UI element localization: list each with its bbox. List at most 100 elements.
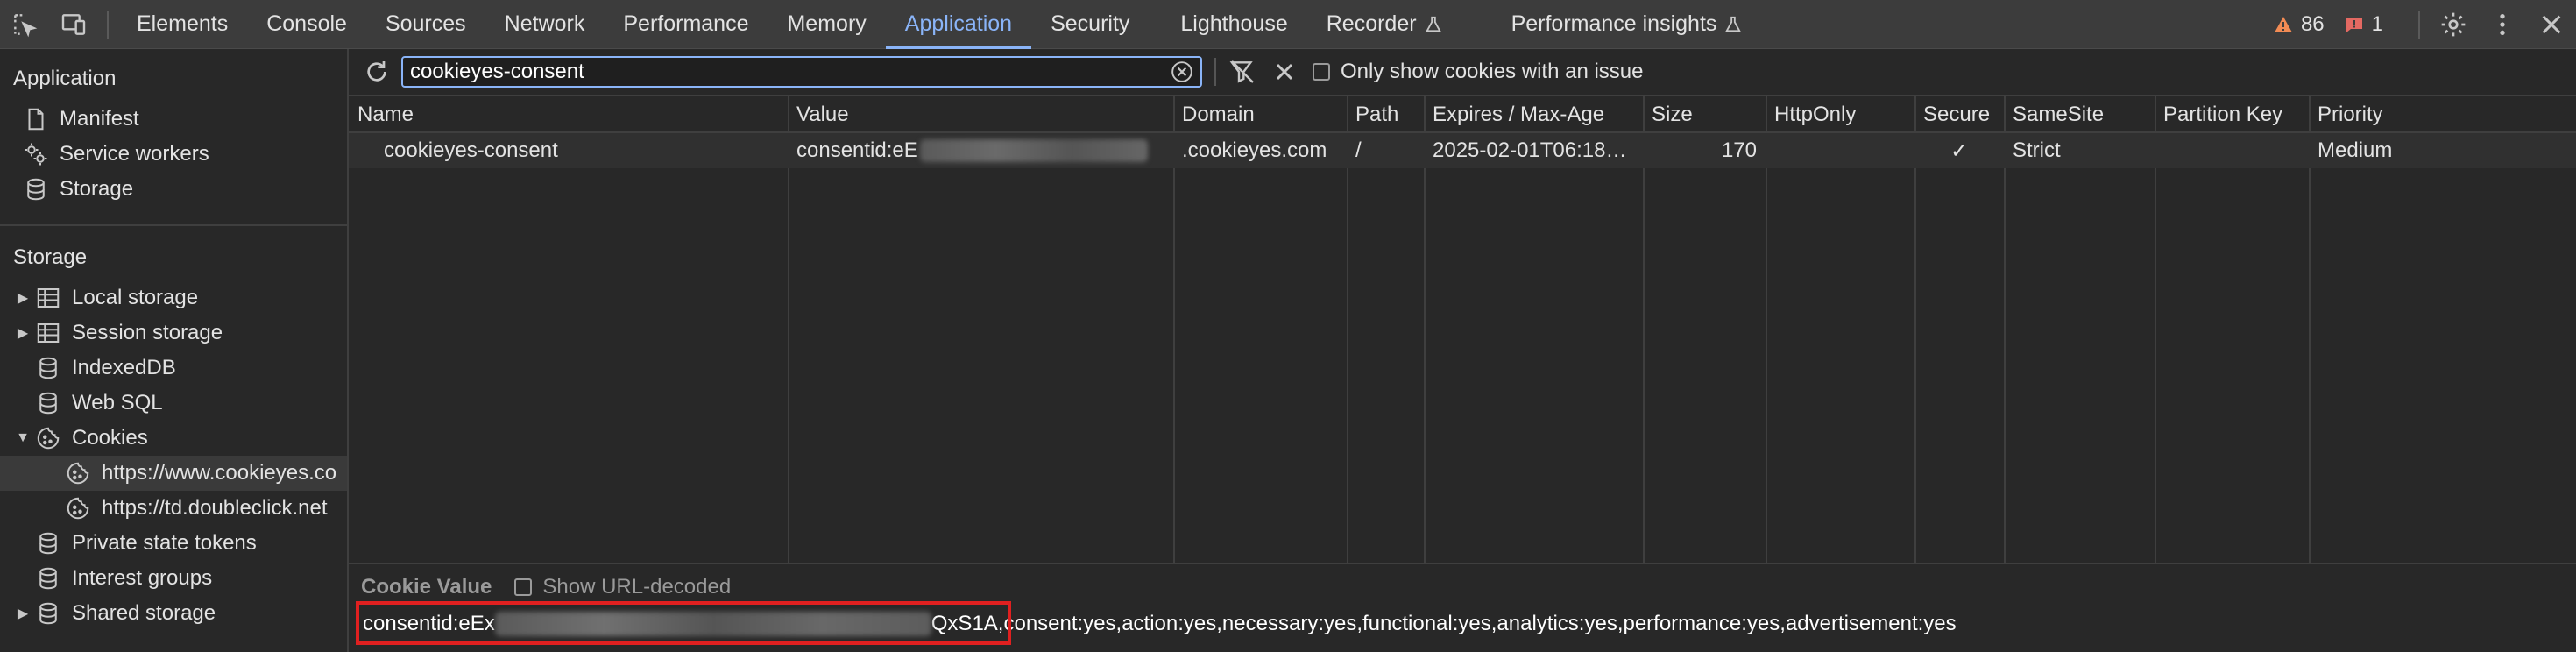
sidebar-item-label: Local storage (72, 286, 199, 309)
error-message-icon (2346, 18, 2362, 32)
sidebar-item-indexeddb[interactable]: IndexedDB (0, 351, 347, 386)
cookie-icon (63, 493, 93, 523)
sidebar-item-label: Interest groups (72, 566, 213, 590)
database-icon (33, 563, 63, 593)
sidebar-item-shared-storage[interactable]: ▶ Shared storage (0, 596, 347, 631)
tab-application[interactable]: Application (885, 0, 1032, 49)
cell-expires[interactable]: 2025-02-01T06:18… (1424, 133, 1643, 168)
warnings-badge[interactable]: 86 (2273, 12, 2325, 37)
column-header-size[interactable]: Size (1643, 96, 1766, 133)
clear-filtered-cookies-icon[interactable] (1228, 58, 1256, 86)
sidebar-item-label: Manifest (60, 107, 139, 131)
gears-icon (21, 139, 51, 169)
tab-memory[interactable]: Memory (768, 0, 885, 49)
clear-filter-icon[interactable] (1171, 60, 1193, 83)
table-row[interactable]: cookieyes-consent consentid:eE .cookieye… (349, 133, 2576, 168)
tab-recorder[interactable]: Recorder (1307, 0, 1462, 49)
cell-size[interactable]: 170 (1643, 133, 1766, 168)
warnings-count: 86 (2300, 12, 2325, 36)
url-decoded-checkbox[interactable] (514, 578, 533, 596)
column-header-domain[interactable]: Domain (1173, 96, 1347, 133)
sidebar-item-label: Cookies (72, 426, 148, 450)
table-icon (33, 283, 63, 313)
cell-value-prefix: consentid:eE (796, 138, 918, 162)
toolbar-separator (2418, 11, 2420, 39)
sidebar-item-cookies[interactable]: ▼ Cookies (0, 421, 347, 456)
column-header-partition-key[interactable]: Partition Key (2155, 96, 2309, 133)
column-header-name[interactable]: Name (349, 96, 788, 133)
sidebar-item-service-workers[interactable]: Service workers (0, 137, 347, 172)
highlight-box (356, 601, 1011, 645)
sidebar-item-label: https://td.doubleclick.net (102, 496, 328, 520)
cell-path[interactable]: / (1347, 133, 1424, 168)
sidebar-item-cookie-origin-doubleclick[interactable]: https://td.doubleclick.net (0, 491, 347, 526)
application-sidebar: Application Manifest Service workers Sto… (0, 49, 349, 652)
table-icon (33, 318, 63, 348)
cookies-table: Name Value Domain Path Expires / Max-Age… (349, 96, 2576, 563)
column-header-secure[interactable]: Secure (1914, 96, 2004, 133)
cookie-value-text[interactable]: consentid:eEx QxS1A ,consent:yes,action:… (356, 601, 1957, 645)
sidebar-item-label: Service workers (60, 142, 209, 166)
database-icon (33, 528, 63, 558)
collapse-arrow-icon[interactable]: ▼ (12, 430, 33, 446)
tab-network[interactable]: Network (485, 0, 605, 49)
column-header-value[interactable]: Value (788, 96, 1173, 133)
column-header-path[interactable]: Path (1347, 96, 1424, 133)
sidebar-section-application: Application (13, 67, 117, 90)
sidebar-item-local-storage[interactable]: ▶ Local storage (0, 280, 347, 315)
cookie-icon (33, 423, 63, 453)
cookie-value-header: Cookie Value Show URL-decoded (361, 573, 731, 601)
cell-priority[interactable]: Medium (2309, 133, 2576, 168)
cell-samesite[interactable]: Strict (2004, 133, 2155, 168)
tab-lighthouse[interactable]: Lighthouse (1161, 0, 1306, 49)
sidebar-item-label: Session storage (72, 321, 223, 344)
sidebar-item-label: Storage (60, 177, 134, 201)
device-toolbar-icon[interactable] (49, 0, 98, 49)
database-icon (33, 388, 63, 418)
sidebar-item-private-state-tokens[interactable]: Private state tokens (0, 526, 347, 561)
refresh-icon[interactable] (363, 58, 391, 86)
only-issue-checkbox[interactable] (1313, 63, 1330, 81)
tab-elements[interactable]: Elements (117, 0, 247, 49)
cell-secure[interactable]: ✓ (1914, 133, 2004, 168)
sidebar-item-label: Private state tokens (72, 531, 257, 555)
cell-domain[interactable]: .cookieyes.com (1173, 133, 1347, 168)
column-header-httponly[interactable]: HttpOnly (1766, 96, 1914, 133)
sidebar-item-web-sql[interactable]: Web SQL (0, 386, 347, 421)
database-icon (33, 599, 63, 628)
url-decoded-label: Show URL-decoded (542, 575, 732, 599)
sidebar-item-cookie-origin-cookieyes[interactable]: https://www.cookieyes.co (0, 456, 347, 491)
sidebar-item-session-storage[interactable]: ▶ Session storage (0, 315, 347, 351)
sidebar-item-storage[interactable]: Storage (0, 172, 347, 207)
cookie-filter-bar: Only show cookies with an issue (349, 49, 2576, 96)
cell-value[interactable]: consentid:eE (788, 133, 1173, 168)
column-header-samesite[interactable]: SameSite (2004, 96, 2155, 133)
column-header-priority[interactable]: Priority (2309, 96, 2576, 133)
cell-httponly[interactable] (1766, 133, 1914, 168)
more-options-icon[interactable] (2478, 0, 2527, 49)
sidebar-item-manifest[interactable]: Manifest (0, 102, 347, 137)
errors-badge[interactable]: 1 (2344, 12, 2383, 37)
expand-arrow-icon[interactable]: ▶ (12, 324, 33, 342)
cell-name[interactable]: cookieyes-consent (375, 133, 788, 168)
cookie-filter-input[interactable] (410, 60, 1171, 84)
settings-gear-icon[interactable] (2429, 0, 2478, 49)
sidebar-section-storage: Storage (13, 245, 88, 269)
document-icon (21, 104, 51, 134)
delete-all-cookies-icon[interactable] (1270, 58, 1299, 86)
inspect-element-icon[interactable] (0, 0, 49, 49)
expand-arrow-icon[interactable]: ▶ (12, 289, 33, 307)
tab-performance-insights[interactable]: Performance insights (1492, 0, 1763, 49)
tab-performance[interactable]: Performance (604, 0, 768, 49)
filter-separator (1214, 58, 1216, 86)
expand-arrow-icon[interactable]: ▶ (12, 605, 33, 622)
column-header-expires[interactable]: Expires / Max-Age (1424, 96, 1643, 133)
cookie-value-rest: ,consent:yes,action:yes,necessary:yes,fu… (997, 612, 1957, 635)
close-devtools-icon[interactable] (2527, 0, 2576, 49)
cell-partition-key[interactable] (2155, 133, 2309, 168)
tab-sources[interactable]: Sources (366, 0, 485, 49)
cookie-filter-field[interactable] (401, 56, 1202, 88)
tab-console[interactable]: Console (247, 0, 366, 49)
tab-security[interactable]: Security (1031, 0, 1149, 49)
sidebar-item-interest-groups[interactable]: Interest groups (0, 561, 347, 596)
